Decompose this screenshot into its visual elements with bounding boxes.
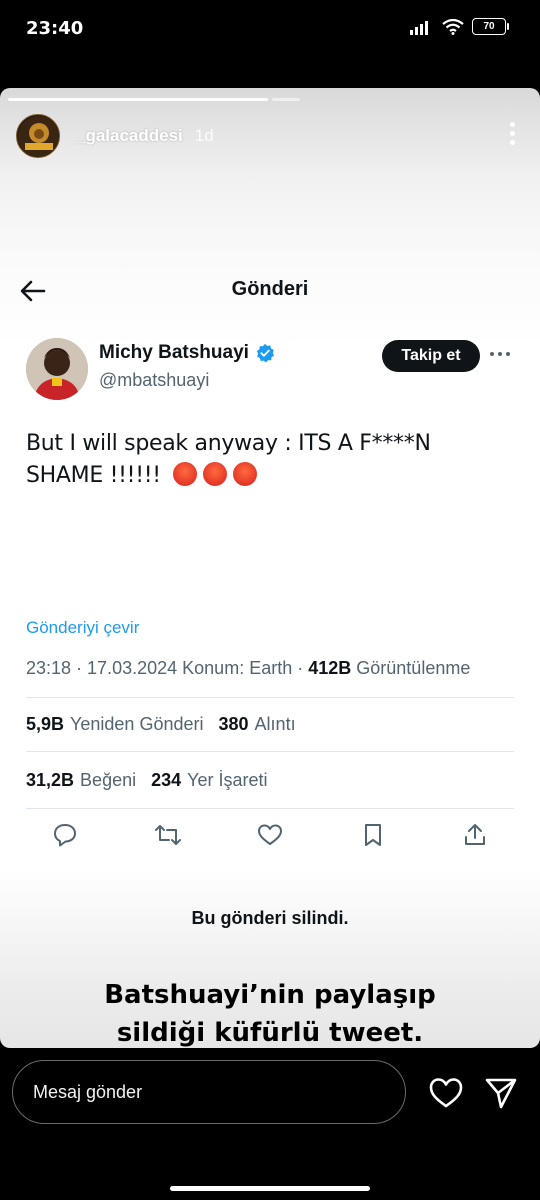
- tweet-timestamp: 23:18 · 17.03.2024: [26, 658, 178, 678]
- story-progress-segment: [272, 98, 300, 101]
- status-icons: 70: [410, 18, 509, 35]
- tweet-location: Konum: Earth ·: [182, 658, 304, 678]
- views-label: Görüntülenme: [356, 658, 471, 678]
- deleted-notice: Bu gönderi silindi.: [191, 908, 349, 928]
- author-name: Michy Batshuayi: [99, 342, 275, 364]
- verified-badge-icon: [256, 343, 275, 363]
- story-username[interactable]: _galacaddesi: [76, 126, 183, 146]
- caption-line2: sildiği küfürlü tweet.: [116, 1018, 424, 1048]
- repost-icon: [153, 820, 183, 850]
- quotes-count: 380: [218, 714, 249, 734]
- story-header: _galacaddesi 1d: [16, 114, 214, 158]
- story-avatar[interactable]: [16, 114, 60, 158]
- tweet-actions: [50, 820, 490, 854]
- more-options-icon[interactable]: [510, 122, 516, 145]
- like-icon: [255, 820, 285, 850]
- angry-face-emoji-icon: [233, 462, 258, 486]
- story-caption: Batshuayi’nin paylaşıp sildiği küfürlü t…: [0, 976, 540, 1048]
- divider: [26, 751, 514, 752]
- like-stats: 31,2B Beğeni 234 Yer İşareti: [26, 770, 268, 791]
- story-age: 1d: [194, 126, 214, 145]
- heart-icon[interactable]: [428, 1076, 464, 1110]
- status-bar: 23:40 70: [0, 0, 540, 60]
- wifi-icon: [442, 18, 464, 35]
- views-count: 412B: [308, 658, 352, 678]
- likes-label: Beğeni: [80, 770, 137, 790]
- author-name-text: Michy Batshuayi: [99, 342, 249, 363]
- tweet-meta: 23:18 · 17.03.2024 Konum: Earth · 412B G…: [26, 658, 470, 679]
- tweet-text: But I will speak anyway : ITS A F****N S…: [26, 428, 496, 492]
- share-icon: [460, 820, 490, 850]
- avatar: [26, 338, 88, 400]
- send-icon[interactable]: [484, 1076, 518, 1110]
- bookmarks-count: 234: [151, 770, 182, 790]
- reply-icon: [50, 820, 80, 850]
- story-progress-segment: [8, 98, 268, 101]
- story-viewer[interactable]: _galacaddesi 1d Gönderi Michy Batshuayi …: [0, 88, 540, 1048]
- quotes-label: Alıntı: [254, 714, 296, 734]
- bookmark-icon: [358, 820, 388, 850]
- author-handle: @mbatshuayi: [99, 370, 210, 390]
- reposts-label: Yeniden Gönderi: [70, 714, 204, 734]
- tweet-text-line2: SHAME !!!!!!: [26, 463, 161, 488]
- repost-stats: 5,9B Yeniden Gönderi 380 Alıntı: [26, 714, 296, 735]
- divider: [26, 697, 514, 698]
- tweet-more-icon: [490, 352, 510, 356]
- status-time: 23:40: [26, 18, 84, 39]
- battery-icon: 70: [472, 18, 509, 35]
- angry-face-emoji-icon: [173, 462, 198, 486]
- page-title: Gönderi: [231, 278, 309, 300]
- signal-icon: [410, 20, 428, 35]
- reply-bar: [0, 1048, 540, 1200]
- caption-line1: Batshuayi’nin paylaşıp: [104, 980, 436, 1010]
- lion-logo-icon: [18, 116, 59, 157]
- home-indicator[interactable]: [170, 1186, 370, 1191]
- message-input[interactable]: [12, 1060, 406, 1124]
- translate-link: Gönderiyi çevir: [26, 618, 140, 637]
- likes-count: 31,2B: [26, 770, 75, 790]
- angry-face-emoji-icon: [203, 462, 228, 486]
- tweet-text-line1: But I will speak anyway : ITS A F****N: [26, 431, 431, 456]
- divider: [26, 808, 514, 809]
- follow-button: Takip et: [382, 340, 480, 372]
- reposts-count: 5,9B: [26, 714, 65, 734]
- bookmarks-label: Yer İşareti: [187, 770, 268, 790]
